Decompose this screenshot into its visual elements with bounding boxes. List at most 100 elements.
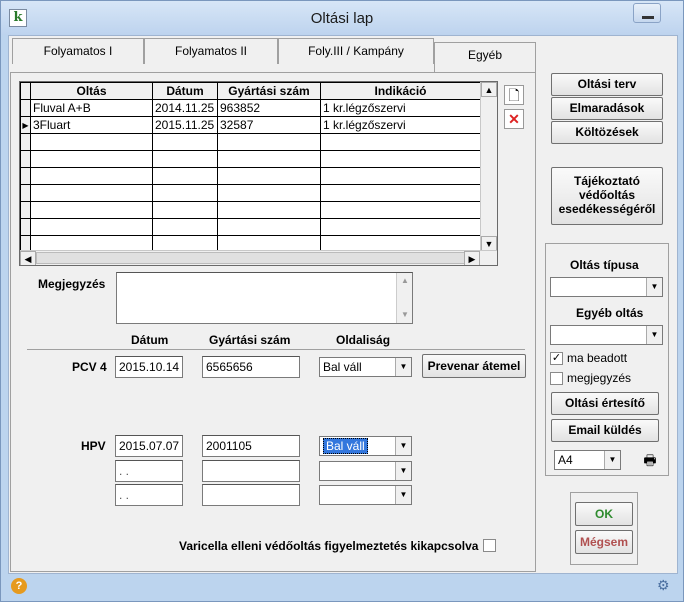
ma-beadott-checkbox[interactable]: ✓ — [550, 352, 563, 365]
cell-oltas[interactable]: 3Fluart — [30, 116, 153, 134]
cancel-button[interactable]: Mégsem — [575, 530, 633, 554]
header-gyartasi-szam: Gyártási szám — [209, 333, 291, 347]
oltasi-ertesito-button[interactable]: Oltási értesítő — [551, 392, 659, 415]
pcv4-batch-input[interactable]: 6565656 — [202, 356, 300, 378]
email-kuldes-button[interactable]: Email küldés — [551, 419, 659, 442]
chevron-down-icon[interactable]: ▼ — [395, 437, 411, 455]
hpv-label: HPV — [81, 439, 106, 453]
client-area: Folyamatos I Folyamatos II Foly.III / Ka… — [8, 35, 678, 574]
right-group-box: Oltás típusa ▼ Egyéb oltás ▼ ✓ ma beadot… — [545, 243, 669, 476]
row-indicator — [20, 99, 31, 117]
grid-table: Oltás Dátum Gyártási szám Indikáció Fluv… — [20, 82, 481, 253]
col-header-gyartasi-szam[interactable]: Gyártási szám — [217, 82, 321, 100]
vaccination-grid[interactable]: Oltás Dátum Gyártási szám Indikáció Fluv… — [19, 81, 498, 266]
tab-folyamatos-2[interactable]: Folyamatos II — [144, 38, 278, 64]
minimize-button[interactable] — [633, 3, 661, 23]
pcv4-side-select[interactable]: Bal váll ▼ — [319, 357, 412, 377]
oltas-tipusa-select[interactable]: ▼ — [550, 277, 663, 297]
megjegyzes-checkbox[interactable] — [550, 372, 563, 385]
hpv-batch-input-3[interactable] — [202, 484, 300, 506]
ok-button[interactable]: OK — [575, 502, 633, 526]
title-bar: k Oltási lap — [1, 1, 683, 35]
hpv-batch-input-1[interactable]: 2001105 — [202, 435, 300, 457]
note-label: Megjegyzés — [38, 277, 106, 291]
tajekoztato-button[interactable]: Tájékoztató védőoltás esedékességéről — [551, 167, 663, 225]
ma-beadott-label: ma beadott — [567, 351, 628, 365]
grid-vertical-scrollbar[interactable]: ▲ ▼ — [480, 82, 497, 252]
delete-record-icon[interactable]: ✕ — [504, 109, 524, 129]
pcv4-side-value: Bal váll — [323, 360, 362, 374]
new-record-icon[interactable]: 🗋 — [504, 85, 524, 105]
header-datum: Dátum — [131, 333, 169, 347]
col-header-datum[interactable]: Dátum — [152, 82, 218, 100]
help-icon[interactable]: ? — [11, 578, 27, 594]
scroll-up-icon[interactable]: ▲ — [481, 82, 497, 97]
hpv-side-select-1[interactable]: Bal váll ▼ — [319, 436, 412, 456]
grid-header-row: Oltás Dátum Gyártási szám Indikáció — [20, 82, 481, 100]
printer-icon[interactable]: 🖶 — [640, 450, 660, 470]
grid-horizontal-scrollbar[interactable]: ◀ ▶ — [20, 250, 497, 265]
table-row-empty[interactable] — [20, 201, 481, 219]
note-scrollbar[interactable]: ▲ ▼ — [396, 273, 412, 323]
table-row[interactable]: ▶ 3Fluart 2015.11.25 32587 1 kr.légzősze… — [20, 116, 481, 134]
cell-datum[interactable]: 2014.11.25 — [152, 99, 218, 117]
hpv-date-input-3[interactable]: . . — [115, 484, 183, 506]
scroll-thumb[interactable] — [36, 252, 476, 264]
megjegyzes-label: megjegyzés — [567, 371, 632, 385]
table-row-empty[interactable] — [20, 218, 481, 236]
col-header-oltas[interactable]: Oltás — [30, 82, 153, 100]
tab-folyamatos-1[interactable]: Folyamatos I — [12, 38, 144, 64]
cell-oltas[interactable]: Fluval A+B — [30, 99, 153, 117]
varicella-checkbox[interactable] — [483, 539, 496, 552]
koltozesek-button[interactable]: Költözések — [551, 121, 663, 144]
hpv-date-input-1[interactable]: 2015.07.07 — [115, 435, 183, 457]
cell-indikacio[interactable]: 1 kr.légzőszervi — [320, 99, 481, 117]
scroll-up-icon[interactable]: ▲ — [397, 273, 413, 288]
chevron-down-icon[interactable]: ▼ — [646, 278, 662, 296]
status-bar: ? ⚙ — [1, 574, 683, 601]
chevron-down-icon[interactable]: ▼ — [395, 486, 411, 504]
oltasi-terv-button[interactable]: Oltási terv — [551, 73, 663, 96]
chevron-down-icon[interactable]: ▼ — [604, 451, 620, 469]
scroll-right-icon[interactable]: ▶ — [464, 251, 480, 265]
table-row[interactable]: Fluval A+B 2014.11.25 963852 1 kr.légzős… — [20, 99, 481, 117]
egyeb-oltas-select[interactable]: ▼ — [550, 325, 663, 345]
note-textarea[interactable] — [116, 272, 413, 324]
tab-egyeb[interactable]: Egyéb — [434, 42, 536, 72]
hpv-side-select-2[interactable]: ▼ — [319, 461, 412, 481]
window-title: Oltási lap — [310, 10, 374, 27]
cell-datum[interactable]: 2015.11.25 — [152, 116, 218, 134]
col-header-indikacio[interactable]: Indikáció — [320, 82, 481, 100]
cell-indikacio[interactable]: 1 kr.légzőszervi — [320, 116, 481, 134]
table-row-empty[interactable] — [20, 167, 481, 185]
paper-size-select[interactable]: A4 ▼ — [554, 450, 621, 470]
pcv4-label: PCV 4 — [72, 360, 107, 374]
oltas-tipusa-label: Oltás típusa — [570, 258, 639, 272]
scroll-left-icon[interactable]: ◀ — [20, 251, 36, 265]
hpv-side-select-3[interactable]: ▼ — [319, 485, 412, 505]
elmaradasok-button[interactable]: Elmaradások — [551, 97, 663, 120]
grid-corner — [20, 82, 31, 100]
table-row-empty[interactable] — [20, 150, 481, 168]
tajekoztato-line-2: védőoltás — [578, 188, 635, 202]
minimize-icon — [642, 16, 654, 19]
chevron-down-icon[interactable]: ▼ — [646, 326, 662, 344]
current-row-arrow-icon: ▶ — [20, 116, 31, 134]
hpv-side-value-1: Bal váll — [323, 438, 368, 454]
tab-foly-3-kampany[interactable]: Foly.III / Kampány — [278, 38, 434, 64]
pcv4-date-input[interactable]: 2015.10.14 — [115, 356, 183, 378]
hpv-batch-input-2[interactable] — [202, 460, 300, 482]
chevron-down-icon[interactable]: ▼ — [395, 462, 411, 480]
table-row-empty[interactable] — [20, 184, 481, 202]
gear-icon[interactable]: ⚙ — [657, 577, 673, 593]
scroll-down-icon[interactable]: ▼ — [481, 236, 497, 251]
cell-gyartasi-szam[interactable]: 32587 — [217, 116, 321, 134]
chevron-down-icon[interactable]: ▼ — [395, 358, 411, 376]
cell-gyartasi-szam[interactable]: 963852 — [217, 99, 321, 117]
prevenar-atemel-button[interactable]: Prevenar átemel — [422, 354, 526, 378]
tajekoztato-line-1: Tájékoztató — [573, 174, 640, 188]
varicella-label: Varicella elleni védőoltás figyelmezteté… — [179, 539, 479, 553]
hpv-date-input-2[interactable]: . . — [115, 460, 183, 482]
scroll-down-icon[interactable]: ▼ — [397, 307, 413, 322]
table-row-empty[interactable] — [20, 133, 481, 151]
